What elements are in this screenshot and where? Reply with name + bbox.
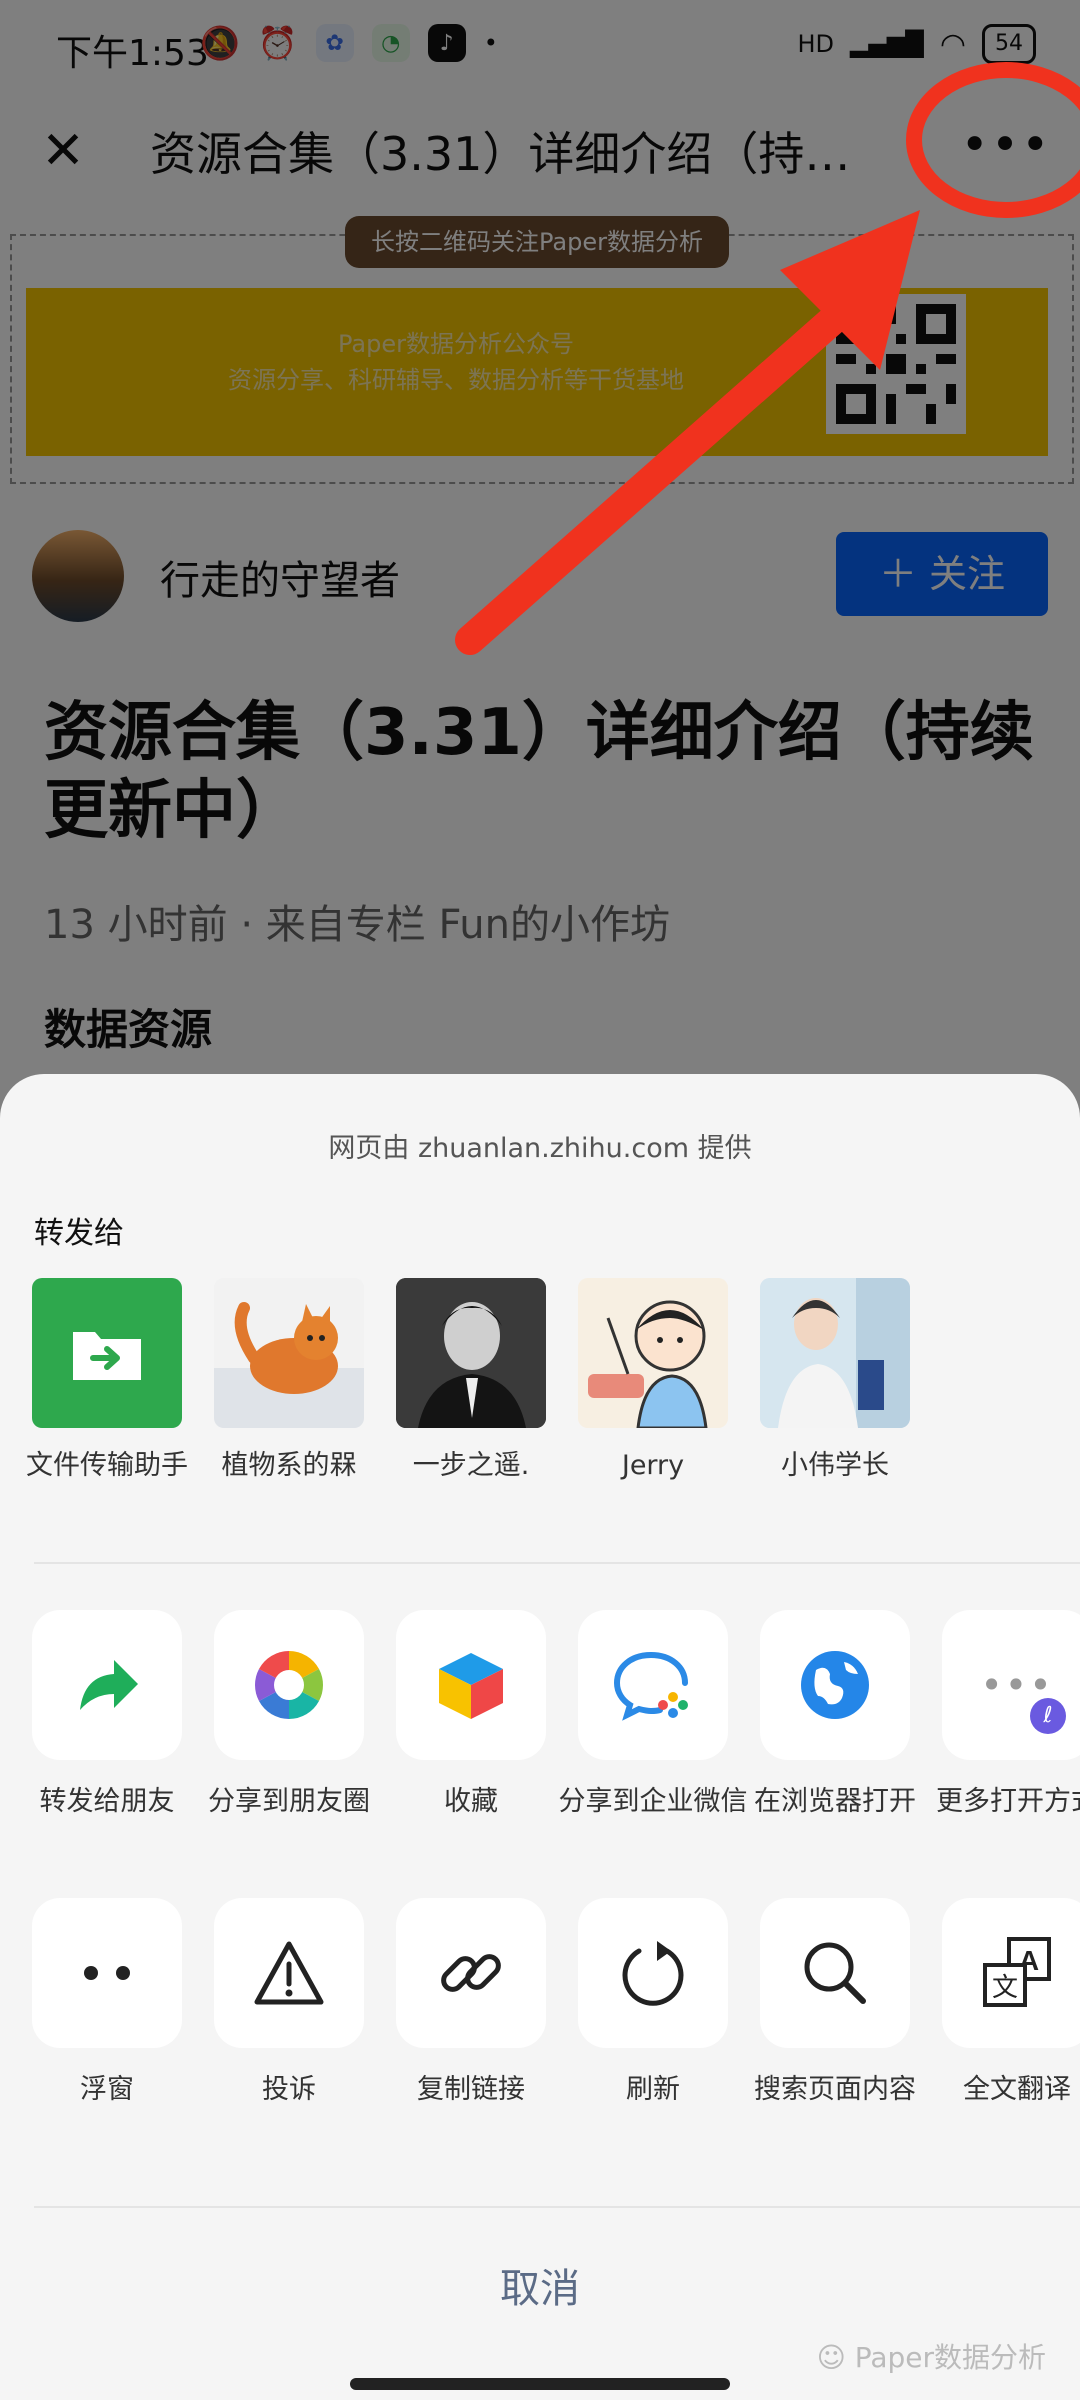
annotation-circle <box>906 62 1080 218</box>
action-label: 浮窗 <box>80 2074 134 2105</box>
action-label: 搜索页面内容 <box>754 2074 916 2105</box>
refresh-icon <box>578 1898 728 2048</box>
annotation-arrow <box>455 62 1080 655</box>
action-label: 转发给朋友 <box>39 1786 175 1817</box>
float-window-icon <box>32 1898 182 2048</box>
forward-icon <box>32 1610 182 1760</box>
person-avatar <box>760 1278 910 1428</box>
moments-icon <box>214 1610 364 1760</box>
divider <box>34 1562 1080 1564</box>
svg-text:文: 文 <box>992 1973 1018 2003</box>
mini-program-badge-icon: ℓ <box>1030 1698 1066 1734</box>
contact-name: 一步之遥. <box>412 1450 530 1481</box>
watermark-text: Paper数据分析 <box>854 2341 1046 2374</box>
contact-name: Jerry <box>621 1450 685 1481</box>
contact-name: 文件传输助手 <box>26 1450 188 1481</box>
cat-avatar <box>214 1278 364 1428</box>
favorite-cube-icon <box>396 1610 546 1760</box>
divider <box>34 2206 1080 2208</box>
action-label: 分享到朋友圈 <box>208 1786 370 1817</box>
contact-name: 植物系的槑 <box>221 1450 357 1481</box>
cancel-button[interactable]: 取消 <box>0 2244 1080 2334</box>
share-to-label: 转发给 <box>34 1216 124 1251</box>
warning-icon <box>214 1898 364 2048</box>
more-open-icon: ••• ℓ <box>942 1610 1080 1760</box>
watermark: ☺ Paper数据分析 <box>817 2336 1046 2376</box>
annotation-arrow-shaft <box>455 281 875 655</box>
share-action-sheet: 网页由 zhuanlan.zhihu.com 提供 转发给 文件传输助手 植物系… <box>0 1074 1080 2400</box>
action-label: 全文翻译 <box>963 2074 1071 2105</box>
cartoon-avatar <box>578 1278 728 1428</box>
action-label: 收藏 <box>444 1786 498 1817</box>
browser-icon <box>760 1610 910 1760</box>
link-icon <box>396 1898 546 2048</box>
wecom-icon <box>578 1610 728 1760</box>
provider-text: 网页由 zhuanlan.zhihu.com 提供 <box>328 1133 752 1164</box>
action-label: 分享到企业微信 <box>558 1786 748 1817</box>
translate-icon: A 文 <box>942 1898 1080 2048</box>
wechat-icon: ☺ <box>816 2341 855 2374</box>
home-indicator[interactable] <box>350 2378 730 2390</box>
file-transfer-icon <box>32 1278 182 1428</box>
action-label: 投诉 <box>262 2074 316 2105</box>
action-label: 复制链接 <box>417 2074 525 2105</box>
search-icon <box>760 1898 910 2048</box>
action-label: 在浏览器打开 <box>754 1786 916 1817</box>
action-label: 刷新 <box>626 2074 680 2105</box>
action-label: 更多打开方式 <box>936 1786 1080 1817</box>
contact-name: 小伟学长 <box>781 1450 889 1481</box>
man-avatar <box>396 1278 546 1428</box>
